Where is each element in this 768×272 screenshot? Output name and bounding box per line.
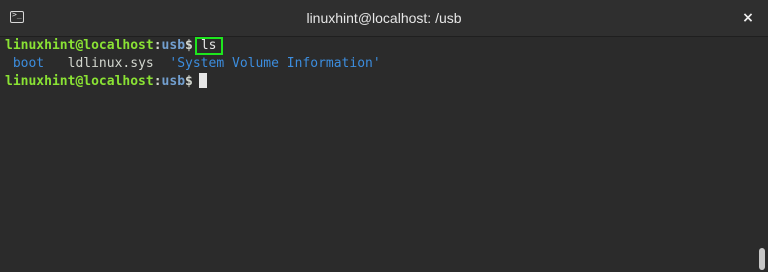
highlighted-command: ls [194,37,223,55]
text-cursor [198,73,207,88]
ls-dir-boot: boot [12,56,45,71]
prompt-colon: : [153,38,162,53]
current-prompt-line: linuxhint@localhost:usb$ [5,73,756,91]
prompt-path: usb [161,74,186,89]
prompt-path: usb [161,38,186,53]
prompt-dollar: $ [185,38,193,53]
ls-file-ldlinux: ldlinux.sys [67,56,154,71]
scrollbar[interactable] [756,37,768,272]
close-icon: × [742,10,754,26]
title-bar: >_ linuxhint@localhost: /usb × [0,0,768,37]
prompt-user-host: linuxhint@localhost [5,38,154,53]
ls-output-line: boot ldlinux.sys 'System Volume Informat… [5,55,756,73]
prompt-dollar: $ [185,74,193,89]
terminal-output[interactable]: linuxhint@localhost:usb$ ls boot ldlinux.… [0,37,756,272]
close-button[interactable]: × [738,8,758,28]
prompt-user-host: linuxhint@localhost [5,74,154,89]
prompt-colon: : [153,74,162,89]
command-line: linuxhint@localhost:usb$ ls [5,37,756,55]
window-title: linuxhint@localhost: /usb [306,10,462,26]
scrollbar-thumb[interactable] [759,248,765,270]
ls-dir-system-volume: 'System Volume Information' [169,56,381,71]
terminal-window: >_ linuxhint@localhost: /usb × linuxhint… [0,0,768,272]
